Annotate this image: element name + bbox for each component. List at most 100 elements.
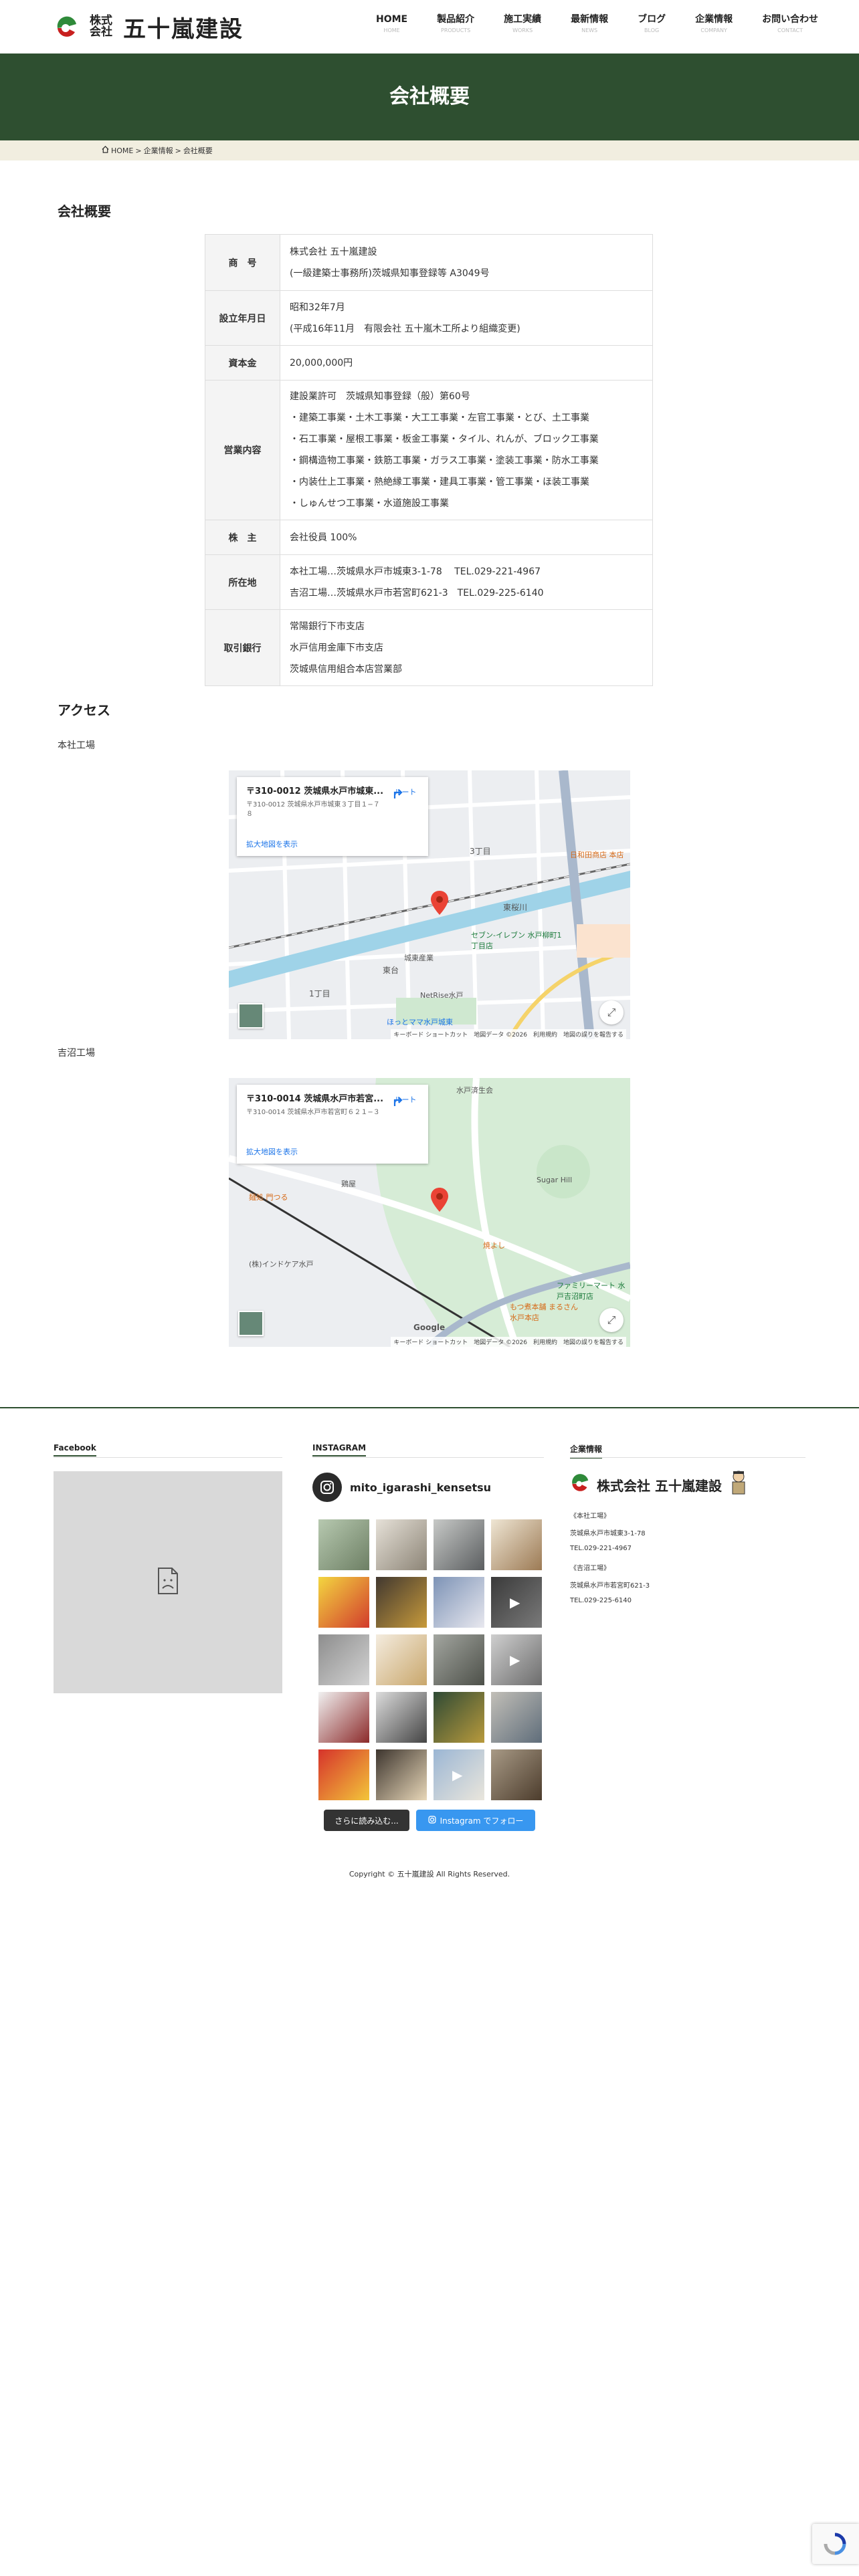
- row-line: 本社工場…茨城県水戸市城東3-1-78 TEL.029-221-4967: [290, 566, 541, 577]
- play-icon: ▶: [510, 1594, 520, 1610]
- logo-company-name: 五十嵐建設: [123, 15, 244, 43]
- fullscreen-icon[interactable]: ⤢: [599, 1000, 624, 1025]
- footer-honsha-tel[interactable]: TEL.029-221-4967: [570, 1545, 632, 1552]
- instagram-icon: [427, 1815, 436, 1826]
- map-label: 日和田商店 本店: [570, 851, 624, 859]
- fullscreen-icon[interactable]: ⤢: [599, 1308, 624, 1332]
- recaptcha-icon: [823, 2532, 847, 2559]
- map-label: Google: [413, 1323, 446, 1332]
- nav-label: 企業情報: [695, 14, 733, 25]
- row-label: 取引銀行: [205, 609, 280, 686]
- map-yoshinuma[interactable]: 水戸済生会 Sugar Hill 鶏屋 麺処 門つる 焼よし ファミリーマート …: [229, 1078, 630, 1347]
- footer-rule: [54, 1457, 282, 1458]
- map-satellite-toggle[interactable]: [238, 1003, 264, 1029]
- nav-sublabel: NEWS: [581, 27, 598, 33]
- recaptcha-badge[interactable]: [812, 2524, 859, 2564]
- instagram-post[interactable]: [434, 1634, 484, 1685]
- nav-item-products[interactable]: 製品紹介 PRODUCTS: [422, 12, 489, 41]
- instagram-post[interactable]: [434, 1577, 484, 1628]
- instagram-post[interactable]: [318, 1692, 369, 1743]
- map-info-card: 〒310-0012 茨城県水戸市城東... 〒310-0012 茨城県水戸市城東…: [237, 777, 428, 856]
- instagram-post[interactable]: [376, 1519, 427, 1570]
- instagram-post[interactable]: [491, 1692, 542, 1743]
- nav-sublabel: PRODUCTS: [441, 27, 471, 33]
- instagram-post[interactable]: [318, 1634, 369, 1685]
- footer-logo[interactable]: 株式会社 五十嵐建設: [570, 1471, 804, 1498]
- row-value: 株式会社 五十嵐建設 (一級建築士事務所)茨城県知事登録等 A3049号: [280, 234, 653, 291]
- table-row: 所在地 本社工場…茨城県水戸市城東3-1-78 TEL.029-221-4967…: [205, 554, 653, 610]
- map-satellite-toggle[interactable]: [238, 1311, 264, 1336]
- breadcrumb-company[interactable]: 企業情報: [144, 145, 173, 156]
- row-label: 資本金: [205, 345, 280, 381]
- breadcrumb-home[interactable]: HOME: [111, 146, 133, 155]
- map-label: セブン-イレブン 水戸柳町1丁目店: [471, 931, 562, 950]
- instagram-post[interactable]: [491, 1749, 542, 1800]
- site-header: 株式 会社 五十嵐建設 HOME HOME 製品紹介 PRODUCTS 施工実績 WO…: [0, 0, 859, 53]
- instagram-follow-button[interactable]: Instagram でフォロー: [416, 1810, 535, 1831]
- broken-image-icon: [156, 1567, 180, 1598]
- instagram-post[interactable]: [376, 1692, 427, 1743]
- nav-item-blog[interactable]: ブログ BLOG: [623, 12, 680, 41]
- instagram-post[interactable]: [376, 1634, 427, 1685]
- facebook-heading: Facebook: [54, 1443, 96, 1457]
- map-card-address: 〒310-0012 茨城県水戸市城東...: [246, 786, 384, 796]
- company-section-title: 会社概要: [58, 203, 111, 219]
- map-label: 東台: [383, 966, 399, 975]
- map-label: もつ煮本舗 まるさん 水戸本店: [510, 1303, 579, 1322]
- directions-button[interactable]: ルート: [392, 786, 419, 798]
- instagram-post[interactable]: [376, 1577, 427, 1628]
- row-line: 茨城県信用組合本店営業部: [290, 663, 402, 675]
- row-label: 商 号: [205, 234, 280, 291]
- nav-item-home[interactable]: HOME HOME: [361, 12, 422, 41]
- table-row: 株 主 会社役員 100%: [205, 520, 653, 555]
- instagram-feed-grid: ▶ ▶ ▶: [318, 1519, 542, 1800]
- row-label: 所在地: [205, 554, 280, 610]
- nav-sublabel: COMPANY: [700, 27, 727, 33]
- map-card-subaddress: 〒310-0014 茨城県水戸市若宮町６２１−３: [246, 1109, 380, 1116]
- instagram-post[interactable]: [376, 1749, 427, 1800]
- facebook-embed[interactable]: [54, 1471, 282, 1693]
- footer-honsha-title: 《本社工場》: [570, 1513, 610, 1520]
- footer-yoshinuma-tel[interactable]: TEL.029-225-6140: [570, 1597, 632, 1604]
- nav-item-contact[interactable]: お問い合わせ CONTACT: [747, 12, 833, 41]
- view-larger-map-link[interactable]: 拡大地図を表示: [246, 1146, 298, 1157]
- map-title-yoshinuma: 吉沼工場: [58, 1048, 95, 1059]
- instagram-post[interactable]: [318, 1519, 369, 1570]
- map-honsha[interactable]: 3丁目 1丁目 東台 セブン-イレブン 水戸柳町1丁目店 城東産業 東桜川 ほっ…: [229, 770, 630, 1039]
- load-more-button[interactable]: さらに読み込む...: [324, 1810, 409, 1831]
- instagram-post-video[interactable]: ▶: [491, 1577, 542, 1628]
- instagram-post[interactable]: [434, 1692, 484, 1743]
- row-value: 20,000,000円: [280, 345, 653, 381]
- instagram-post[interactable]: [318, 1749, 369, 1800]
- site-logo[interactable]: 株式 会社 五十嵐建設: [54, 12, 268, 43]
- instagram-post-video[interactable]: ▶: [491, 1634, 542, 1685]
- footer-rule: [312, 1457, 544, 1458]
- row-line: 昭和32年7月: [290, 302, 345, 313]
- logo-kabu-bottom: 会社: [90, 25, 112, 39]
- view-larger-map-link[interactable]: 拡大地図を表示: [246, 839, 298, 849]
- nav-item-company[interactable]: 企業情報 COMPANY: [680, 12, 747, 41]
- directions-button[interactable]: ルート: [392, 1094, 419, 1106]
- row-line: ・内装仕上工事業・熱絶縁工事業・建具工事業・管工事業・ほ装工事業: [290, 477, 589, 488]
- instagram-post[interactable]: [434, 1519, 484, 1570]
- instagram-profile[interactable]: mito_igarashi_kensetsu: [312, 1473, 491, 1502]
- row-line: ・しゅんせつ工事業・水道施設工事業: [290, 498, 449, 509]
- instagram-username: mito_igarashi_kensetsu: [350, 1481, 492, 1494]
- follow-label: Instagram でフォロー: [440, 1816, 524, 1826]
- logo-mark-icon: [570, 1473, 593, 1496]
- map-card-address: 〒310-0014 茨城県水戸市若宮...: [246, 1094, 384, 1104]
- page-title: 会社概要: [389, 85, 470, 108]
- row-label: 株 主: [205, 520, 280, 555]
- instagram-post-video[interactable]: ▶: [434, 1749, 484, 1800]
- row-line: 20,000,000円: [290, 357, 353, 368]
- nav-item-works[interactable]: 施工実績 WORKS: [489, 12, 556, 41]
- main-nav: HOME HOME 製品紹介 PRODUCTS 施工実績 WORKS 最新情報 NEWS…: [361, 12, 833, 41]
- instagram-post[interactable]: [318, 1577, 369, 1628]
- instagram-post[interactable]: [491, 1519, 542, 1570]
- nav-item-news[interactable]: 最新情報 NEWS: [556, 12, 623, 41]
- row-value: 会社役員 100%: [280, 520, 653, 555]
- map-label: 鶏屋: [341, 1180, 356, 1188]
- nav-label: HOME: [376, 14, 408, 25]
- row-value: 常陽銀行下市支店 水戸信用金庫下市支店 茨城県信用組合本店営業部: [280, 609, 653, 686]
- footer-rule: [570, 1457, 805, 1458]
